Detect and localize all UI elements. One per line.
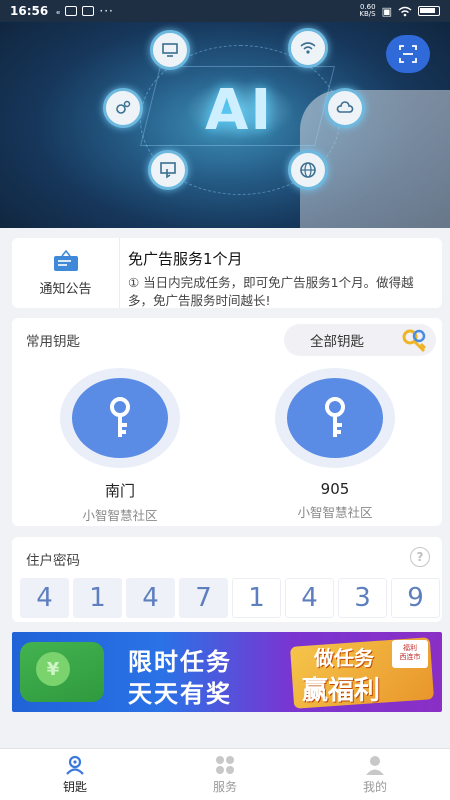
sim-icon: ▣ [381, 4, 392, 18]
password-header: 住户密码 [26, 553, 80, 569]
tab-services-label: 服务 [212, 780, 237, 794]
password-digit: 4 [20, 578, 69, 618]
key-button-outer [60, 368, 180, 468]
common-keys-header: 常用钥匙 [26, 334, 80, 350]
key-button[interactable] [72, 378, 168, 458]
notice-board-icon [53, 249, 78, 271]
gears-icon [103, 88, 143, 128]
promo-tag: 福利 西连市 [392, 640, 428, 668]
key-community: 小智智慧社区 [82, 508, 158, 523]
tab-mine-label: 我的 [362, 780, 387, 794]
tab-mine[interactable]: 我的 [300, 749, 450, 800]
promo-badge-line1: 做任务 [314, 646, 374, 670]
password-digit: 1 [232, 578, 281, 618]
user-icon [366, 756, 384, 775]
promo-line2: 天天有奖 [128, 680, 232, 708]
password-digit: 4 [285, 578, 334, 618]
network-speed: 0.60 KB/S [359, 4, 375, 18]
monitor-icon [150, 30, 190, 70]
wifi-icon [288, 28, 328, 68]
status-time: 16:56 [10, 4, 49, 18]
notice-label: 通知公告 [39, 281, 92, 297]
all-keys-label: 全部钥匙 [310, 334, 364, 350]
all-keys-button[interactable]: 全部钥匙 [284, 324, 436, 356]
password-digit: 4 [126, 578, 175, 618]
top-banner: AI [0, 0, 450, 228]
password-digit: 3 [338, 578, 387, 618]
bottom-tab-bar: 钥匙 服务 我的 [0, 748, 450, 800]
task-promo-banner[interactable]: ¥ 限时任务 天天有奖 做任务 赢福利 福利 西连市 [12, 632, 442, 712]
grid-icon [216, 756, 234, 774]
key-name: 南门 [104, 482, 135, 500]
scan-button[interactable] [386, 35, 430, 73]
password-digit: 1 [73, 578, 122, 618]
key-item-905[interactable]: 905 小智智慧社区 [255, 368, 415, 521]
notice-label-block: 通知公告 [12, 238, 120, 308]
keys-icon [402, 329, 427, 353]
promo-line1: 限时任务 [128, 648, 232, 676]
resident-password-card: 住户密码 ? 4 1 4 7 1 4 3 9 [12, 537, 442, 622]
notice-title: 免广告服务1个月 [128, 250, 243, 268]
touch-screen-icon [148, 150, 188, 190]
tab-keys[interactable]: 钥匙 [0, 749, 150, 800]
promo-badge-line2: 赢福利 [302, 676, 381, 706]
wifi-status-icon [398, 6, 412, 16]
cloud-icon [325, 88, 365, 128]
app-notification-icon [65, 6, 78, 16]
key-community: 小智智慧社区 [297, 505, 373, 520]
tab-keys-label: 钥匙 [62, 780, 87, 794]
key-item-south-gate[interactable]: 南门 小智智慧社区 [40, 368, 200, 524]
globe-icon [288, 150, 328, 190]
scan-icon [399, 45, 417, 63]
key-icon [110, 397, 130, 437]
password-digit: 7 [179, 578, 228, 618]
common-keys-card: 常用钥匙 全部钥匙 南门 小智智慧社区 905 小智智慧社区 [12, 318, 442, 526]
banner-ai-text: AI [205, 78, 274, 143]
password-digits: 4 1 4 7 1 4 3 9 [20, 578, 440, 618]
help-icon[interactable]: ? [410, 547, 430, 567]
key-button-outer [275, 368, 395, 468]
key-button[interactable] [287, 378, 383, 458]
coin-icon: ¥ [36, 652, 70, 686]
password-digit: 9 [391, 578, 440, 618]
key-person-icon [66, 755, 84, 775]
notice-card[interactable]: 通知公告 免广告服务1个月 ① 当日内完成任务，即可免广告服务1个月。做得越多，… [12, 238, 442, 308]
more-notifications-icon: ··· [99, 4, 114, 18]
notification-dot-icon: ₑ [56, 5, 61, 17]
network-speed-unit: KB/S [359, 10, 376, 18]
message-notification-icon [82, 6, 95, 16]
tab-services[interactable]: 服务 [150, 749, 300, 800]
key-icon [325, 397, 345, 437]
key-name: 905 [320, 480, 350, 498]
status-bar: 16:56 ₑ ··· 0.60 KB/S ▣ [0, 0, 450, 22]
battery-icon [418, 6, 440, 16]
notice-description: ① 当日内完成任务，即可免广告服务1个月。做得越多，免广告服务时间越长! [128, 275, 414, 308]
